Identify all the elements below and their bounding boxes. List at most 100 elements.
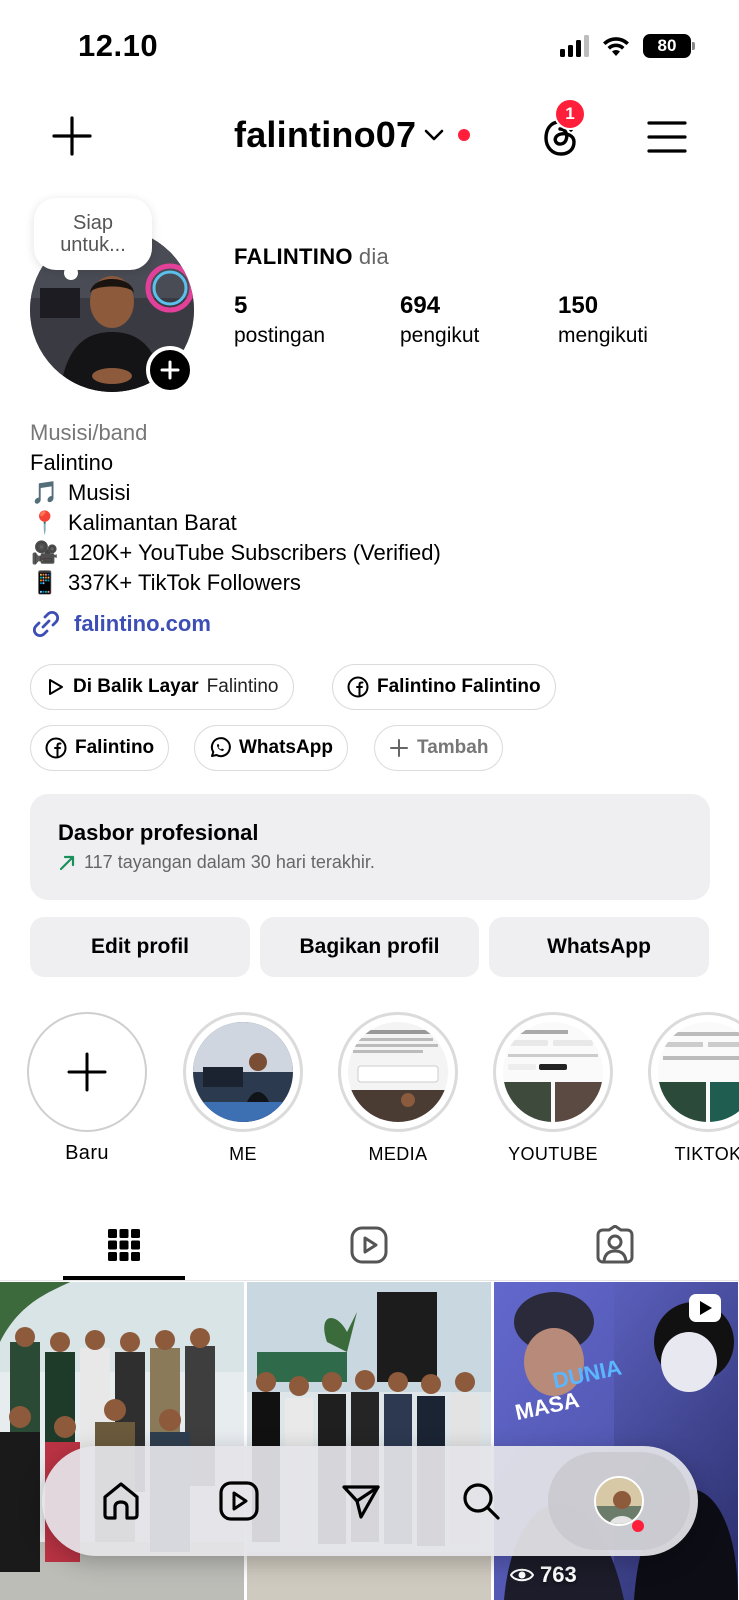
highlight-me[interactable]: ME: [182, 1012, 304, 1165]
nav-home[interactable]: [80, 1460, 162, 1542]
edit-profile-button[interactable]: Edit profil: [30, 917, 250, 977]
facebook-page-chip[interactable]: Falintino Falintino: [332, 664, 556, 710]
status-bar: 12.10 80: [0, 0, 739, 90]
nav-profile[interactable]: [578, 1460, 660, 1542]
new-highlight-circle[interactable]: [27, 1012, 147, 1132]
nav-profile-avatar: [594, 1476, 644, 1526]
dashboard-subtitle: 117 tayangan dalam 30 hari terakhir.: [84, 852, 375, 872]
profile-bio: Musisi/band Falintino 🎵 Musisi 📍 Kaliman…: [30, 418, 720, 598]
behind-scenes-chip[interactable]: Di Balik Layar Falintino: [30, 664, 294, 710]
stat-followers[interactable]: 694 pengikut: [400, 292, 558, 348]
menu-icon[interactable]: [646, 116, 688, 158]
plus-icon: [67, 1052, 107, 1092]
profile-tabs: [0, 1210, 739, 1282]
send-icon: [342, 1485, 380, 1519]
bio-line-text: 120K+ YouTube Subscribers (Verified): [68, 540, 441, 565]
stat-following[interactable]: 150 mengikuti: [558, 292, 648, 348]
add-link-chip[interactable]: Tambah: [374, 725, 504, 771]
display-name-text: FALINTINO: [234, 244, 353, 269]
new-highlight-button[interactable]: Baru: [26, 1012, 148, 1165]
highlight-label: ME: [229, 1144, 257, 1164]
tab-posts-grid[interactable]: [63, 1210, 185, 1280]
dashboard-subtitle-row: 117 tayangan dalam 30 hari terakhir.: [58, 852, 682, 873]
eye-icon: [510, 1568, 534, 1582]
stat-following-label: mengikuti: [558, 324, 648, 347]
facebook-icon: [45, 737, 67, 759]
profile-header: falintino07 1: [0, 98, 739, 172]
highlight-cover: [648, 1012, 739, 1132]
plus-icon: [390, 739, 408, 757]
professional-dashboard[interactable]: Dasbor profesional 117 tayangan dalam 30…: [30, 794, 710, 900]
chip-title: WhatsApp: [239, 737, 333, 758]
music-note-icon: 🎵: [31, 480, 59, 505]
highlight-tiktok[interactable]: TIKTOK: [647, 1012, 739, 1165]
pronoun: dia: [358, 244, 390, 269]
trend-up-arrow-icon: [59, 855, 75, 870]
profile-website-link[interactable]: falintino.com: [30, 608, 211, 640]
stat-posts[interactable]: 5 postingan: [234, 292, 400, 348]
video-camera-icon: 🎥: [31, 540, 59, 565]
whatsapp-chip[interactable]: WhatsApp: [194, 725, 348, 771]
bio-line: 🎥 120K+ YouTube Subscribers (Verified): [30, 538, 720, 568]
wifi-icon: [603, 37, 629, 56]
reels-icon: [219, 1481, 259, 1521]
chevron-down-icon: [424, 129, 444, 141]
stat-followers-value: 694: [400, 292, 441, 319]
highlight-youtube[interactable]: YOUTUBE: [492, 1012, 614, 1165]
mobile-phone-icon: 📱: [31, 570, 59, 595]
profile-notification-dot: [632, 1520, 644, 1532]
display-name: FALINTINO dia: [234, 244, 389, 270]
search-icon: [463, 1483, 500, 1520]
stat-following-value: 150: [558, 292, 599, 319]
status-time: 12.10: [78, 28, 159, 63]
add-story-button[interactable]: [146, 346, 194, 394]
chip-title: Tambah: [417, 737, 489, 758]
create-plus-icon[interactable]: [50, 114, 94, 158]
bio-line-text: Musisi: [68, 480, 131, 505]
play-icon: [49, 679, 63, 695]
stat-followers-label: pengikut: [400, 324, 480, 347]
highlight-cover: [183, 1012, 303, 1132]
whatsapp-button[interactable]: WhatsApp: [489, 917, 709, 977]
facebook-icon: [347, 676, 369, 698]
profile-stats: 5 postingan 694 pengikut 150 mengikuti: [234, 292, 648, 348]
highlight-label: Baru: [65, 1142, 109, 1164]
chip-sub: Falintino: [206, 676, 279, 697]
status-icons: 80: [560, 34, 695, 58]
share-profile-button[interactable]: Bagikan profil: [260, 917, 479, 977]
tab-reels[interactable]: [308, 1210, 430, 1280]
bio-line: 📱 337K+ TikTok Followers: [30, 568, 720, 598]
nav-search[interactable]: [440, 1460, 522, 1542]
nav-direct-messages[interactable]: [320, 1460, 402, 1542]
threads-badge: 1: [554, 98, 586, 130]
profile-note-bubble[interactable]: Siap untuk...: [34, 198, 152, 280]
nav-reels[interactable]: [198, 1460, 280, 1542]
grid-icon: [108, 1229, 140, 1261]
home-icon: [103, 1482, 139, 1520]
highlight-media[interactable]: MEDIA: [337, 1012, 459, 1165]
notification-dot: [458, 129, 471, 141]
plus-icon: [160, 360, 180, 380]
location-pin-icon: 📍: [31, 510, 59, 535]
bio-name: Falintino: [30, 450, 114, 475]
highlight-cover: [493, 1012, 613, 1132]
reels-icon: [350, 1226, 388, 1264]
chip-title: Falintino: [75, 737, 155, 758]
highlight-label: MEDIA: [368, 1144, 428, 1164]
stat-posts-value: 5: [234, 292, 248, 319]
tabs-divider: [0, 1280, 739, 1281]
bio-line: 📍 Kalimantan Barat: [30, 508, 720, 538]
account-switcher[interactable]: falintino07: [234, 114, 471, 156]
bottom-navigation: [42, 1446, 698, 1556]
header-username: falintino07: [234, 114, 417, 155]
highlight-cover: [338, 1012, 458, 1132]
highlight-label: TIKTOK: [674, 1144, 739, 1164]
facebook-chip[interactable]: Falintino: [30, 725, 170, 771]
highlight-label: YOUTUBE: [508, 1144, 598, 1164]
view-count-text: 763: [540, 1562, 577, 1587]
cellular-signal-icon: [560, 35, 589, 57]
bio-line-text: Kalimantan Barat: [68, 510, 237, 535]
battery-indicator: 80: [643, 34, 695, 58]
reel-view-count: 763: [510, 1562, 577, 1588]
tab-tagged[interactable]: [554, 1210, 676, 1280]
